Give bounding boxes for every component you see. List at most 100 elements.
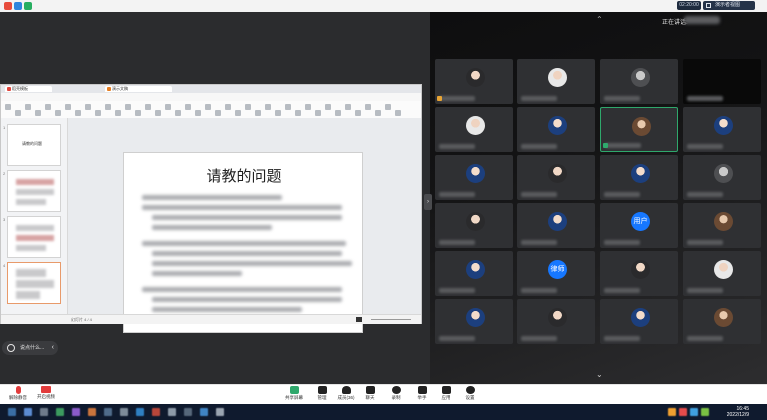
ribbon-tool-icon[interactable] [225, 104, 231, 110]
security-button[interactable]: 管理 [309, 386, 335, 404]
chevron-left-icon[interactable]: ‹ [52, 341, 54, 355]
ribbon-tool-icon[interactable] [95, 110, 101, 116]
tray-icon[interactable] [668, 408, 676, 416]
share-screen-button[interactable]: 共享屏幕 [281, 386, 307, 404]
ribbon-tool-icon[interactable] [285, 104, 291, 110]
ribbon-tool-icon[interactable] [375, 110, 381, 116]
ribbon-tool-icon[interactable] [55, 110, 61, 116]
ribbon-tool-icon[interactable] [165, 104, 171, 110]
ribbon-tool-icon[interactable] [335, 110, 341, 116]
scroll-down-icon[interactable]: ⌄ [596, 370, 603, 379]
ribbon-tool-icon[interactable] [65, 104, 71, 110]
tray-icon[interactable] [690, 408, 698, 416]
members-button[interactable]: 成员(36) [333, 386, 359, 404]
participant-tile[interactable] [683, 107, 761, 152]
taskbar-app-icon[interactable] [72, 408, 80, 416]
ribbon-tool-icon[interactable] [275, 110, 281, 116]
tray-icon[interactable] [679, 408, 687, 416]
slide-thumbnail[interactable]: 3 [3, 216, 61, 258]
taskbar-app-icon[interactable] [200, 408, 208, 416]
participant-tile[interactable] [600, 155, 678, 200]
participant-tile[interactable] [683, 299, 761, 344]
ribbon-tool-icon[interactable] [135, 110, 141, 116]
chat-button[interactable]: 聊天 [357, 386, 383, 404]
chat-input[interactable]: 说点什么... ‹ [2, 341, 58, 355]
ribbon-tool-icon[interactable] [5, 104, 11, 110]
participant-tile[interactable] [435, 203, 513, 248]
participant-tile[interactable] [600, 59, 678, 104]
ribbon-tool-icon[interactable] [15, 110, 21, 116]
ribbon-tool-icon[interactable] [105, 104, 111, 110]
ribbon-tool-icon[interactable] [265, 104, 271, 110]
ribbon-tool-icon[interactable] [305, 104, 311, 110]
apps-button[interactable]: 应用 [433, 386, 459, 404]
participant-tile[interactable] [683, 251, 761, 296]
slide-thumbnail[interactable]: 1 请教的问题 [3, 124, 61, 166]
emoji-icon[interactable] [7, 344, 15, 352]
taskbar-app-icon[interactable] [136, 408, 144, 416]
participant-tile[interactable] [435, 251, 513, 296]
taskbar-app-icon[interactable] [56, 408, 64, 416]
participant-tile[interactable] [435, 59, 513, 104]
collapse-gallery-handle[interactable]: › [424, 194, 432, 210]
ribbon-tool-icon[interactable] [35, 110, 41, 116]
taskbar-app-icon[interactable] [152, 408, 160, 416]
ribbon-tool-icon[interactable] [155, 110, 161, 116]
ribbon-tool-icon[interactable] [185, 104, 191, 110]
ribbon-tool-icon[interactable] [45, 104, 51, 110]
participant-tile[interactable] [600, 107, 678, 152]
participant-tile[interactable] [600, 299, 678, 344]
taskbar-app-icon[interactable] [216, 408, 224, 416]
participant-tile[interactable] [517, 299, 595, 344]
ribbon-tool-icon[interactable] [85, 104, 91, 110]
ribbon-tool-icon[interactable] [215, 110, 221, 116]
presenter-view-button[interactable]: 演示者视图 [703, 1, 755, 10]
participant-tile[interactable] [517, 203, 595, 248]
ribbon-tool-icon[interactable] [205, 104, 211, 110]
mute-button[interactable]: 解除静音 [3, 386, 33, 404]
shield-icon[interactable] [14, 2, 22, 10]
slide-thumbnail-selected[interactable]: 4 [3, 262, 61, 304]
play-icon[interactable] [356, 317, 362, 322]
ribbon-tool-icon[interactable] [115, 110, 121, 116]
participant-tile[interactable] [683, 155, 761, 200]
tray-icon[interactable] [701, 408, 709, 416]
taskbar-app-icon[interactable] [168, 408, 176, 416]
participant-tile[interactable] [435, 107, 513, 152]
ribbon-tool-icon[interactable] [385, 104, 391, 110]
ribbon-tool-icon[interactable] [125, 104, 131, 110]
doc-tab-templates[interactable]: 稻壳模板 [5, 86, 52, 92]
ribbon-tool-icon[interactable] [315, 110, 321, 116]
ribbon-tool-icon[interactable] [355, 110, 361, 116]
participant-tile[interactable] [683, 59, 761, 104]
participant-tile[interactable] [517, 155, 595, 200]
ribbon-tool-icon[interactable] [25, 104, 31, 110]
record-button[interactable]: 录制 [383, 386, 409, 404]
ribbon-tool-icon[interactable] [245, 104, 251, 110]
ribbon-tool-icon[interactable] [395, 110, 401, 116]
taskbar-app-icon[interactable] [104, 408, 112, 416]
ribbon-tool-icon[interactable] [365, 104, 371, 110]
taskbar-app-icon[interactable] [184, 408, 192, 416]
taskbar-app-icon[interactable] [8, 408, 16, 416]
ribbon-tool-icon[interactable] [255, 110, 261, 116]
taskbar-app-icon[interactable] [88, 408, 96, 416]
participant-tile[interactable] [600, 251, 678, 296]
ribbon-tool-icon[interactable] [235, 110, 241, 116]
participant-tile[interactable]: 用户 [600, 203, 678, 248]
ribbon-tool-icon[interactable] [295, 110, 301, 116]
tray-clock[interactable]: 16:45 2022/12/9 [717, 406, 749, 418]
scroll-up-icon[interactable]: ⌃ [596, 15, 603, 24]
taskbar-app-icon[interactable] [120, 408, 128, 416]
ribbon-tool-icon[interactable] [75, 110, 81, 116]
video-button[interactable]: 开启视频 [31, 386, 61, 404]
ribbon-tool-icon[interactable] [195, 110, 201, 116]
participant-tile[interactable] [517, 107, 595, 152]
taskbar-app-icon[interactable] [40, 408, 48, 416]
participant-tile[interactable]: 律师 [517, 251, 595, 296]
raise-hand-button[interactable]: 举手 [409, 386, 435, 404]
ribbon-tool-icon[interactable] [345, 104, 351, 110]
zoom-slider[interactable] [371, 319, 411, 320]
ribbon-tool-icon[interactable] [145, 104, 151, 110]
participant-tile[interactable] [517, 59, 595, 104]
